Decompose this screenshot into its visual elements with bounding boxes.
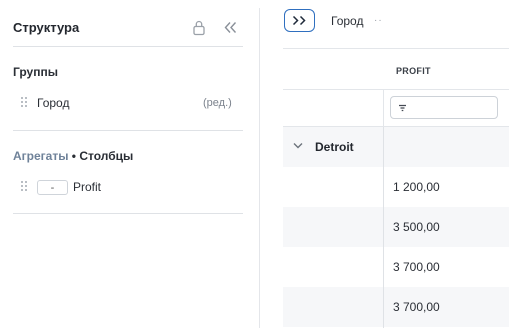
aggregate-item-label: Profit <box>73 180 102 194</box>
filter-icon <box>399 104 406 112</box>
expand-panel-button[interactable] <box>284 9 315 32</box>
grid-line <box>283 89 509 90</box>
grid-line <box>283 48 509 49</box>
group-item-edit-link[interactable]: (ред.) <box>203 97 232 109</box>
divider <box>13 213 243 214</box>
groups-section-title: Группы <box>13 65 58 79</box>
table-cell-profit[interactable]: 3 500,00 <box>393 220 440 234</box>
lock-icon[interactable] <box>191 19 207 36</box>
column-filter-input[interactable] <box>390 96 498 119</box>
panel-separator[interactable] <box>259 8 260 328</box>
group-by-chip[interactable]: Город <box>331 14 363 28</box>
drag-handle-icon[interactable] <box>21 181 29 193</box>
collapse-left-icon[interactable] <box>222 19 239 36</box>
aggregates-section-title: Агрегаты • Столбцы <box>13 149 133 163</box>
panel-title: Структура <box>13 20 80 35</box>
table-cell-profit[interactable]: 3 700,00 <box>393 300 440 314</box>
aggregate-function-select[interactable]: - <box>37 180 68 195</box>
chevron-down-icon[interactable] <box>293 142 303 150</box>
divider <box>13 46 243 47</box>
table-cell-profit[interactable]: 3 700,00 <box>393 260 440 274</box>
aggregates-label: Агрегаты <box>13 149 69 163</box>
group-row-label: Detroit <box>315 140 354 154</box>
drag-handle-icon[interactable] <box>21 97 29 109</box>
section-separator: • <box>68 149 80 163</box>
group-chip-more[interactable]: ·· <box>374 15 383 26</box>
column-header-profit[interactable]: PROFIT <box>396 66 431 76</box>
expand-right-icon <box>292 15 306 26</box>
divider <box>13 130 243 131</box>
grid-column-divider <box>383 127 384 328</box>
columns-label: Столбцы <box>79 149 134 163</box>
group-item-label: Город <box>37 96 70 110</box>
structure-panel: Структура Группы Город (ред.) Агрегаты •… <box>0 0 259 328</box>
table-cell-profit[interactable]: 1 200,00 <box>393 180 440 194</box>
